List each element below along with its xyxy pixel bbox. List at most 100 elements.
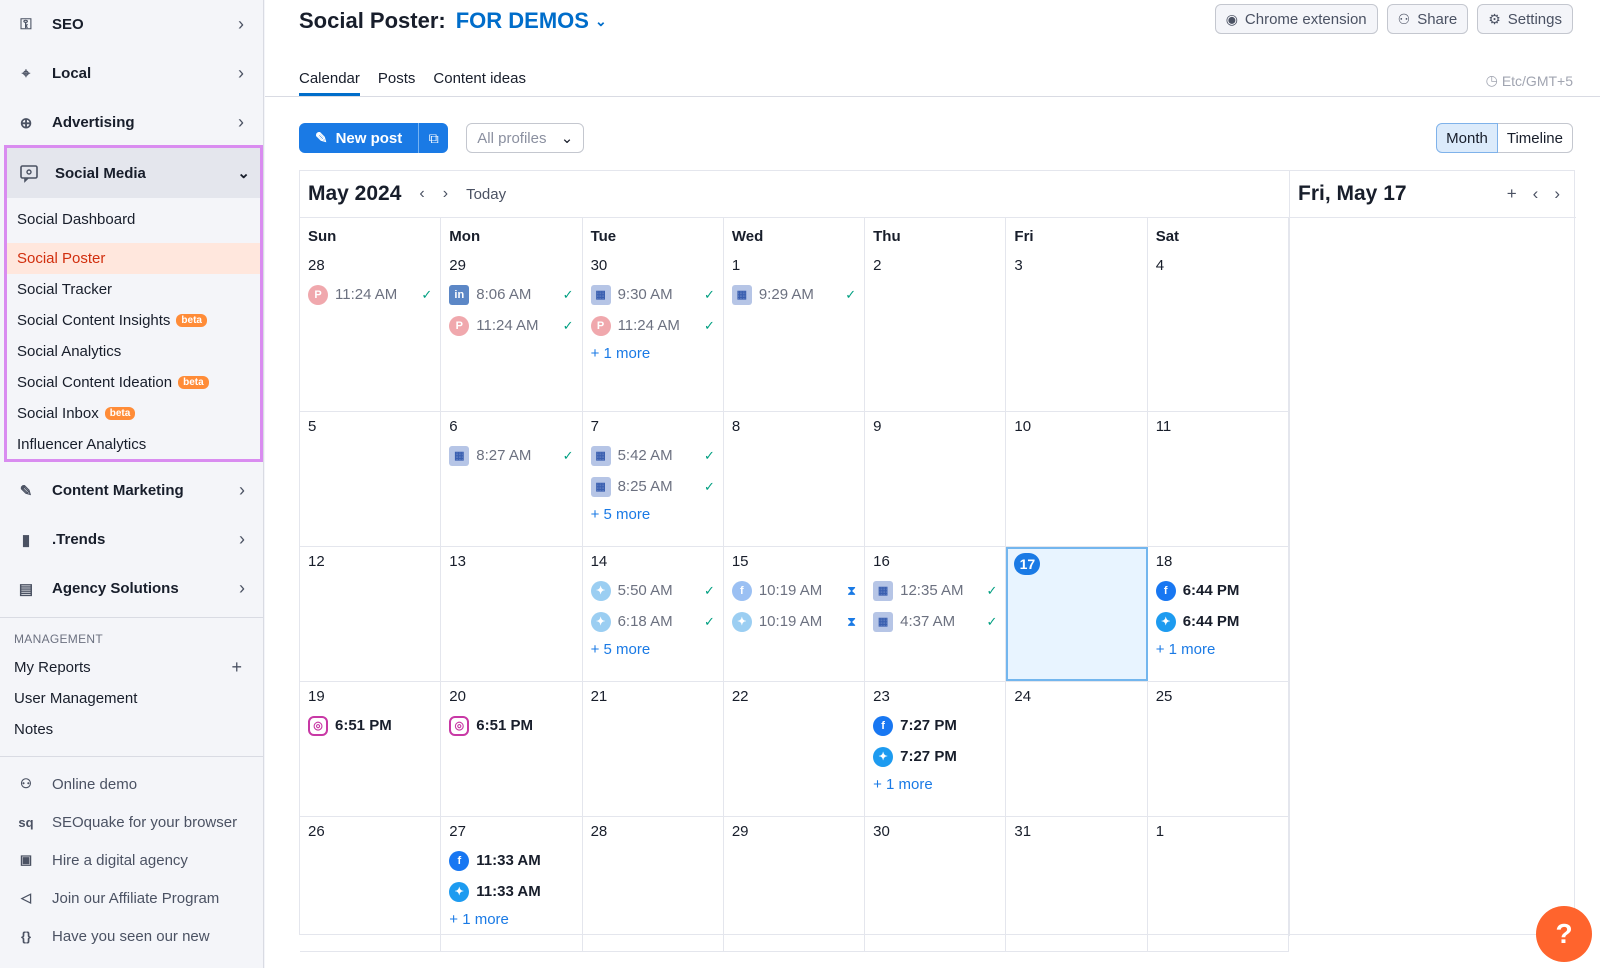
calendar-day-cell[interactable]: 16 ▦ 12:35 AM ✓ ▦ 4:37 AM ✓ (865, 547, 1007, 681)
scheduled-post[interactable]: ▦ 12:35 AM ✓ (873, 575, 997, 606)
scheduled-post[interactable]: ▦ 4:37 AM ✓ (873, 606, 997, 637)
scheduled-post[interactable]: ▦ 8:27 AM ✓ (449, 440, 574, 471)
calendar-day-cell[interactable]: 4 (1148, 251, 1289, 411)
scheduled-post[interactable]: ▦ 9:29 AM ✓ (731, 279, 856, 310)
calendar-day-cell[interactable]: 10 (1006, 412, 1148, 546)
plus-icon[interactable]: + (1507, 184, 1517, 204)
duplicate-post-button[interactable]: ⧉ (418, 123, 449, 153)
chrome-extension-button[interactable]: ◉ Chrome extension (1214, 4, 1378, 34)
more-posts-link[interactable]: + 5 more (591, 502, 715, 528)
more-posts-link[interactable]: + 5 more (591, 637, 715, 663)
scheduled-post[interactable]: ▦ 9:30 AM ✓ (590, 279, 715, 310)
calendar-day-cell[interactable]: 5 (300, 412, 442, 546)
management-item[interactable]: My Reports + (0, 652, 263, 683)
management-item[interactable]: User Management (0, 683, 263, 714)
calendar-day-cell[interactable]: 29 (724, 817, 866, 951)
scheduled-post[interactable]: P 11:24 AM ✓ (449, 310, 574, 341)
scheduled-post[interactable]: ✦ 6:18 AM ✓ (590, 606, 715, 637)
nav-item-advertising[interactable]: ⊕ Advertising › (0, 98, 263, 147)
calendar-day-cell[interactable]: 7 ▦ 5:42 AM ✓ ▦ 8:25 AM ✓ + 5 more (583, 412, 724, 546)
calendar-day-cell[interactable]: 31 (1006, 817, 1148, 951)
calendar-day-cell[interactable]: 6 ▦ 8:27 AM ✓ (441, 412, 583, 546)
calendar-day-cell[interactable]: 3 (1006, 251, 1148, 411)
calendar-day-cell[interactable]: 27 f 11:33 AM ✦ 11:33 AM + 1 more (441, 817, 583, 951)
more-posts-link[interactable]: + 1 more (1156, 637, 1280, 663)
nav-item-seo[interactable]: ⚿ SEO › (0, 0, 263, 49)
calendar-day-cell[interactable]: 15 f 10:19 AM ⧗ ✦ 10:19 AM ⧗ (724, 547, 866, 681)
calendar-day-cell[interactable]: 13 (441, 547, 583, 681)
tab-calendar[interactable]: Calendar (299, 70, 360, 96)
scheduled-post[interactable]: ▦ 5:42 AM ✓ (590, 440, 715, 471)
plus-icon[interactable]: + (231, 657, 242, 678)
calendar-day-cell[interactable]: 21 (583, 682, 724, 816)
calendar-day-cell[interactable]: 17 (1006, 547, 1148, 681)
scheduled-post[interactable]: f 6:44 PM (1155, 575, 1280, 606)
calendar-day-cell[interactable]: 30 (865, 817, 1007, 951)
profiles-dropdown[interactable]: All profiles ⌄ (466, 123, 585, 153)
more-posts-link[interactable]: + 1 more (591, 341, 715, 367)
calendar-day-cell[interactable]: 11 (1148, 412, 1289, 546)
chevron-down-icon[interactable]: ⌄ (595, 13, 607, 30)
sidebar-subitem[interactable]: Social Poster (7, 243, 260, 274)
nav-item-social-media[interactable]: Social Media ⌄ (7, 148, 260, 198)
scheduled-post[interactable]: f 7:27 PM (873, 710, 997, 741)
view-timeline-button[interactable]: Timeline (1497, 123, 1573, 153)
nav-item-content-marketing[interactable]: ✎ Content Marketing › (0, 466, 263, 515)
footer-link[interactable]: sq SEOquake for your browser (0, 803, 263, 841)
scheduled-post[interactable]: ✦ 10:19 AM ⧗ (731, 606, 856, 637)
project-selector[interactable]: FOR DEMOS (456, 8, 589, 34)
scheduled-post[interactable]: P 11:24 AM ✓ (590, 310, 715, 341)
calendar-day-cell[interactable]: 12 (300, 547, 442, 681)
view-month-button[interactable]: Month (1436, 123, 1498, 153)
scheduled-post[interactable]: ▦ 8:25 AM ✓ (590, 471, 715, 502)
calendar-day-cell[interactable]: 24 (1006, 682, 1148, 816)
scheduled-post[interactable]: ◎ 6:51 PM (308, 710, 432, 741)
new-post-button[interactable]: ✎ New post (299, 123, 419, 153)
calendar-day-cell[interactable]: 29 in 8:06 AM ✓ P 11:24 AM ✓ (441, 251, 583, 411)
footer-link[interactable]: {} Have you seen our new (0, 917, 263, 955)
tab-content-ideas[interactable]: Content ideas (433, 70, 526, 96)
scheduled-post[interactable]: ✦ 11:33 AM (449, 876, 573, 907)
more-posts-link[interactable]: + 1 more (449, 907, 573, 933)
scheduled-post[interactable]: P 11:24 AM ✓ (308, 279, 432, 310)
calendar-day-cell[interactable]: 1 ▦ 9:29 AM ✓ (724, 251, 866, 411)
chevron-left-icon[interactable]: ‹ (419, 185, 424, 203)
scheduled-post[interactable]: ✦ 7:27 PM (873, 741, 997, 772)
help-button[interactable]: ? (1536, 906, 1592, 962)
calendar-day-cell[interactable]: 26 (300, 817, 442, 951)
calendar-day-cell[interactable]: 22 (724, 682, 866, 816)
calendar-day-cell[interactable]: 23 f 7:27 PM ✦ 7:27 PM + 1 more (865, 682, 1007, 816)
scheduled-post[interactable]: in 8:06 AM ✓ (449, 279, 574, 310)
scheduled-post[interactable]: f 11:33 AM (449, 845, 573, 876)
sidebar-subitem[interactable]: Influencer Analytics (7, 429, 260, 460)
chevron-right-icon[interactable]: › (1554, 184, 1560, 204)
footer-link[interactable]: ◁ Join our Affiliate Program (0, 879, 263, 917)
sidebar-subitem[interactable]: Social Analytics (7, 336, 260, 367)
timezone-indicator[interactable]: ◷ Etc/GMT+5 (1486, 72, 1573, 89)
calendar-day-cell[interactable]: 20 ◎ 6:51 PM (441, 682, 583, 816)
calendar-day-cell[interactable]: 9 (865, 412, 1007, 546)
nav-item-trends[interactable]: ▮ .Trends › (0, 515, 263, 564)
calendar-day-cell[interactable]: 1 (1148, 817, 1289, 951)
sidebar-subitem[interactable]: Social Content Ideation beta (7, 367, 260, 398)
nav-item-local[interactable]: ⌖ Local › (0, 49, 263, 98)
sidebar-subitem[interactable]: Social Dashboard (7, 204, 260, 235)
calendar-day-cell[interactable]: 28 (583, 817, 724, 951)
scheduled-post[interactable]: ✦ 5:50 AM ✓ (590, 575, 715, 606)
calendar-day-cell[interactable]: 14 ✦ 5:50 AM ✓ ✦ 6:18 AM ✓ + 5 more (583, 547, 724, 681)
sidebar-subitem[interactable]: Social Tracker (7, 274, 260, 305)
more-posts-link[interactable]: + 1 more (873, 772, 997, 798)
calendar-day-cell[interactable]: 18 f 6:44 PM ✦ 6:44 PM + 1 more (1148, 547, 1289, 681)
scheduled-post[interactable]: ◎ 6:51 PM (449, 710, 573, 741)
settings-button[interactable]: ⚙ Settings (1477, 4, 1573, 34)
chevron-right-icon[interactable]: › (443, 185, 448, 203)
sidebar-subitem[interactable]: Social Content Insights beta (7, 305, 260, 336)
calendar-day-cell[interactable]: 8 (724, 412, 866, 546)
chevron-left-icon[interactable]: ‹ (1533, 184, 1539, 204)
today-button[interactable]: Today (466, 186, 506, 203)
calendar-day-cell[interactable]: 2 (865, 251, 1007, 411)
calendar-day-cell[interactable]: 28 P 11:24 AM ✓ (300, 251, 442, 411)
tab-posts[interactable]: Posts (378, 70, 416, 96)
sidebar-subitem[interactable]: Social Inbox beta (7, 398, 260, 429)
scheduled-post[interactable]: f 10:19 AM ⧗ (731, 575, 856, 606)
